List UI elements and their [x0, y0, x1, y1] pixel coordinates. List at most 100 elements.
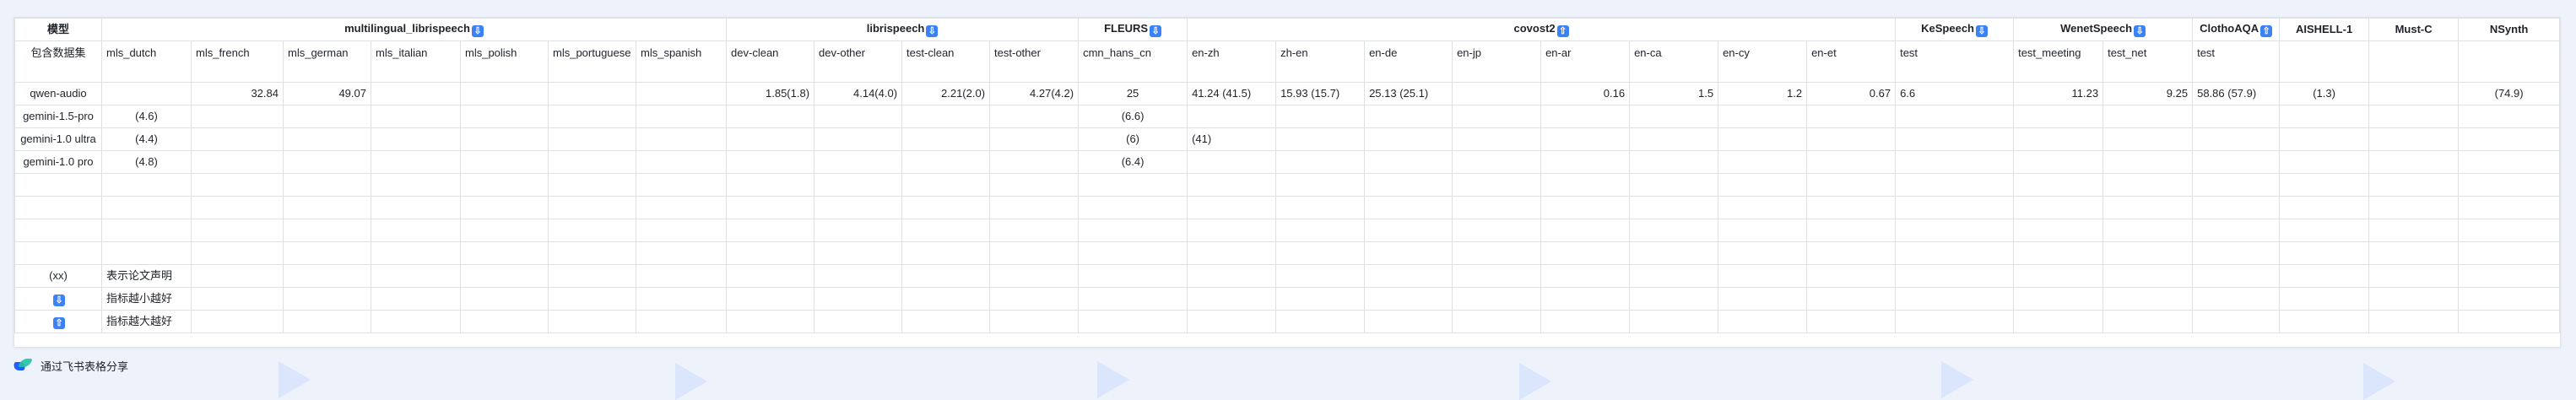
- table-cell[interactable]: [371, 241, 461, 265]
- subset-cell[interactable]: mls_portuguese: [548, 41, 636, 83]
- table-cell[interactable]: [2013, 264, 2104, 288]
- table-cell[interactable]: [1629, 105, 1719, 128]
- subset-cell[interactable]: en-de: [1364, 41, 1453, 83]
- table-cell[interactable]: [1806, 264, 1897, 288]
- table-cell[interactable]: [283, 150, 371, 174]
- table-cell[interactable]: 1.2: [1718, 82, 1808, 105]
- table-cell[interactable]: [2102, 105, 2194, 128]
- table-cell[interactable]: [14, 219, 102, 242]
- table-cell[interactable]: (6.4): [1078, 150, 1188, 174]
- table-cell[interactable]: [2368, 310, 2460, 333]
- table-cell[interactable]: [1718, 105, 1808, 128]
- table-cell[interactable]: [1187, 241, 1277, 265]
- table-cell[interactable]: [1078, 219, 1188, 242]
- table-cell[interactable]: [460, 241, 549, 265]
- model-name-cell[interactable]: gemini-1.0 pro: [14, 150, 102, 174]
- table-cell[interactable]: 4.27(4.2): [989, 82, 1080, 105]
- table-cell[interactable]: 9.25: [2102, 82, 2194, 105]
- table-cell[interactable]: [1629, 241, 1719, 265]
- table-cell[interactable]: [1895, 287, 2015, 311]
- table-cell[interactable]: [1629, 150, 1719, 174]
- model-name-cell[interactable]: gemini-1.5-pro: [14, 105, 102, 128]
- table-cell[interactable]: [2102, 127, 2194, 151]
- legend-key[interactable]: (xx): [14, 264, 102, 288]
- table-cell[interactable]: [371, 173, 461, 197]
- table-cell[interactable]: [1629, 127, 1719, 151]
- table-cell[interactable]: [1275, 287, 1366, 311]
- subset-cell[interactable]: mls_german: [283, 41, 371, 83]
- table-cell[interactable]: [2279, 127, 2370, 151]
- table-cell[interactable]: [2368, 127, 2460, 151]
- table-cell[interactable]: [191, 150, 284, 174]
- table-cell[interactable]: [2368, 105, 2460, 128]
- table-cell[interactable]: [371, 196, 461, 219]
- table-cell[interactable]: [1452, 127, 1542, 151]
- table-cell[interactable]: [2192, 196, 2281, 219]
- table-cell[interactable]: [814, 287, 903, 311]
- table-cell[interactable]: [2458, 173, 2560, 197]
- table-cell[interactable]: [2368, 196, 2460, 219]
- table-cell[interactable]: [901, 310, 991, 333]
- table-cell[interactable]: [191, 241, 284, 265]
- table-cell[interactable]: [371, 82, 461, 105]
- table-cell[interactable]: [635, 173, 728, 197]
- table-cell[interactable]: [548, 310, 636, 333]
- table-cell[interactable]: 2.21(2.0): [901, 82, 991, 105]
- table-cell[interactable]: [2013, 196, 2104, 219]
- table-cell[interactable]: [1806, 241, 1897, 265]
- table-cell[interactable]: [14, 196, 102, 219]
- table-cell[interactable]: [726, 173, 815, 197]
- table-cell[interactable]: [191, 264, 284, 288]
- table-cell[interactable]: [460, 196, 549, 219]
- subset-cell[interactable]: mls_spanish: [635, 41, 728, 83]
- table-cell[interactable]: [2013, 105, 2104, 128]
- subset-cell[interactable]: mls_dutch: [101, 41, 192, 83]
- table-cell[interactable]: [191, 310, 284, 333]
- table-cell[interactable]: [2192, 264, 2281, 288]
- table-cell[interactable]: 49.07: [283, 82, 371, 105]
- table-cell[interactable]: [1895, 196, 2015, 219]
- table-cell[interactable]: [726, 310, 815, 333]
- table-cell[interactable]: [1540, 241, 1631, 265]
- table-cell[interactable]: 32.84: [191, 82, 284, 105]
- table-cell[interactable]: (4.4): [101, 127, 192, 151]
- table-cell[interactable]: [191, 196, 284, 219]
- table-cell[interactable]: [1452, 310, 1542, 333]
- table-cell[interactable]: [1806, 219, 1897, 242]
- table-cell[interactable]: [1895, 105, 2015, 128]
- table-cell[interactable]: [2279, 173, 2370, 197]
- table-cell[interactable]: [901, 264, 991, 288]
- legend-text[interactable]: 指标越小越好: [101, 287, 192, 311]
- table-cell[interactable]: [1187, 105, 1277, 128]
- table-cell[interactable]: [1364, 219, 1453, 242]
- table-cell[interactable]: [2102, 287, 2194, 311]
- table-cell[interactable]: [283, 105, 371, 128]
- table-cell[interactable]: [101, 173, 192, 197]
- table-cell[interactable]: [2458, 196, 2560, 219]
- table-cell[interactable]: [726, 287, 815, 311]
- table-cell[interactable]: [1364, 150, 1453, 174]
- subset-cell[interactable]: en-et: [1806, 41, 1897, 83]
- table-cell[interactable]: [2102, 241, 2194, 265]
- table-cell[interactable]: [1364, 287, 1453, 311]
- table-cell[interactable]: [901, 105, 991, 128]
- table-cell[interactable]: [283, 241, 371, 265]
- table-cell[interactable]: [2279, 264, 2370, 288]
- table-cell[interactable]: [1895, 264, 2015, 288]
- table-cell[interactable]: [2102, 219, 2194, 242]
- table-cell[interactable]: [1540, 310, 1631, 333]
- table-cell[interactable]: [1187, 150, 1277, 174]
- table-cell[interactable]: [989, 173, 1080, 197]
- table-cell[interactable]: [371, 264, 461, 288]
- table-cell[interactable]: [283, 264, 371, 288]
- table-cell[interactable]: [460, 150, 549, 174]
- table-cell[interactable]: (41): [1187, 127, 1277, 151]
- table-cell[interactable]: [191, 127, 284, 151]
- table-cell[interactable]: [1718, 241, 1808, 265]
- table-cell[interactable]: [2279, 241, 2370, 265]
- subset-cell[interactable]: test_net: [2102, 41, 2194, 83]
- table-cell[interactable]: [2368, 150, 2460, 174]
- subset-cell[interactable]: en-ca: [1629, 41, 1719, 83]
- table-cell[interactable]: [1629, 219, 1719, 242]
- table-cell[interactable]: [1540, 264, 1631, 288]
